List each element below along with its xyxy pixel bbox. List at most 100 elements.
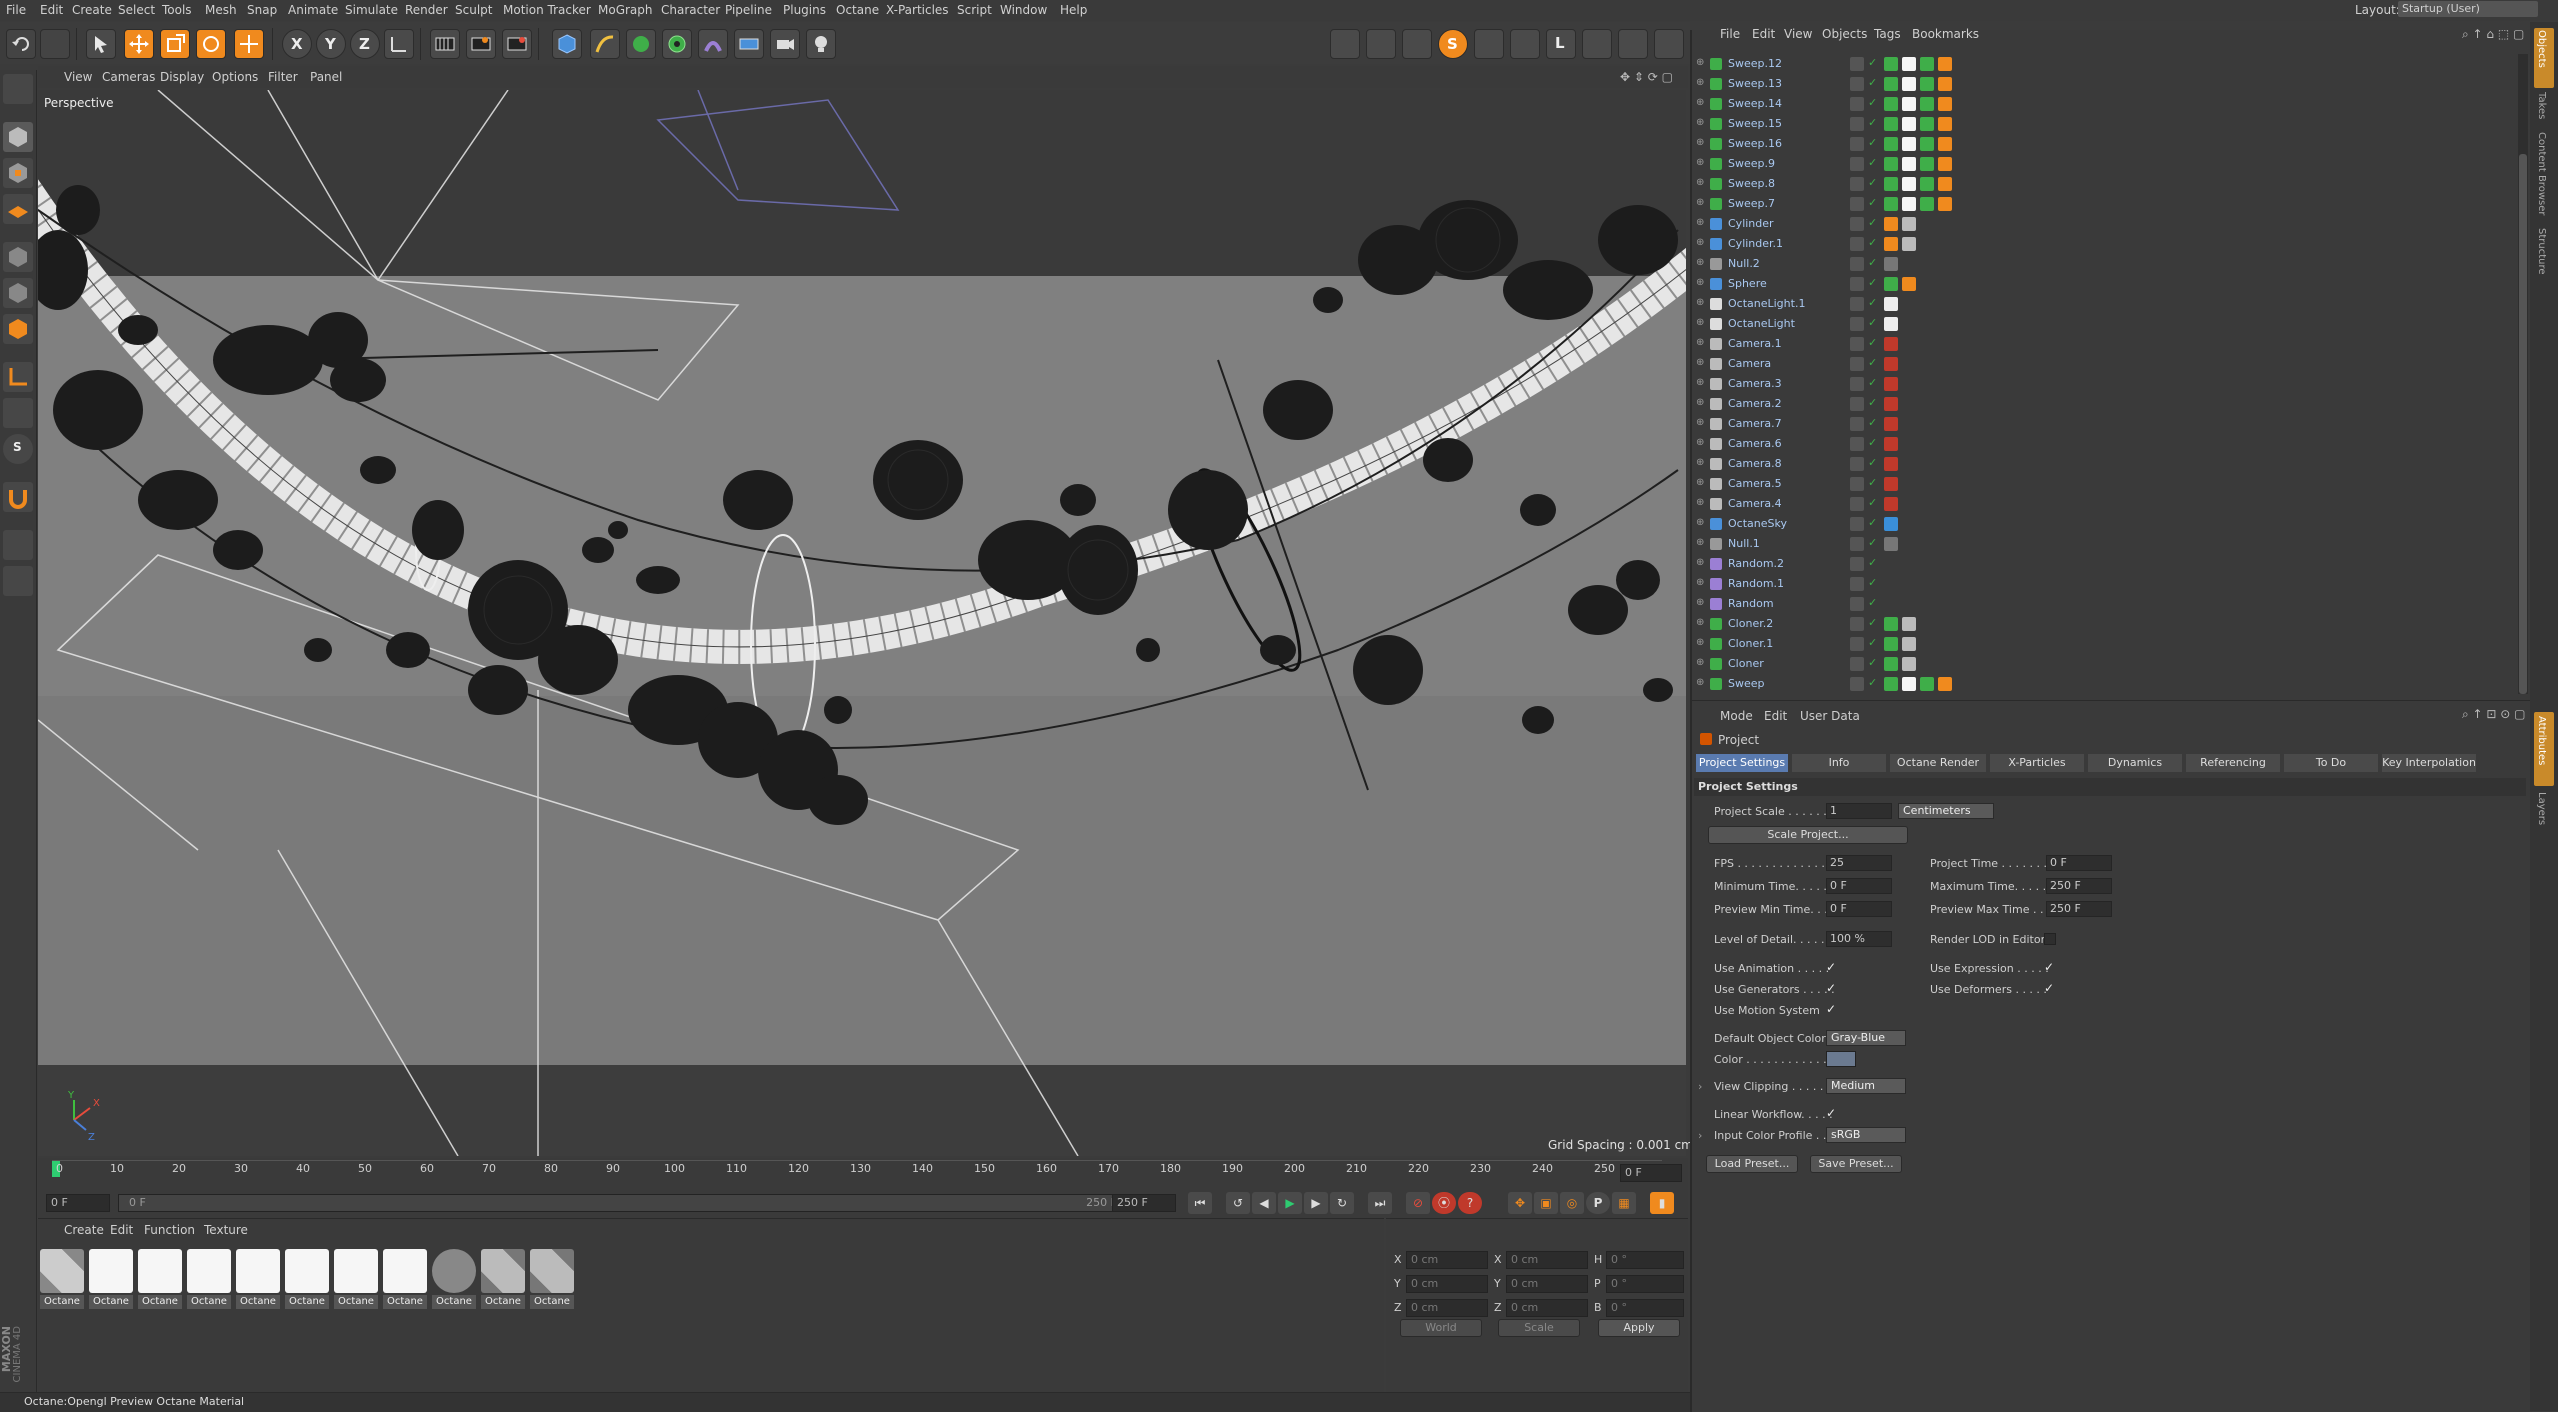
material-menu-edit[interactable]: Edit: [110, 1223, 133, 1237]
object-row-cylinder[interactable]: ⊕ Cylinder ✓: [1692, 214, 2532, 234]
object-tag-icon[interactable]: [1884, 157, 1898, 171]
go-to-end-icon[interactable]: ⏭: [1368, 1192, 1392, 1214]
object-tag-icon[interactable]: [1902, 137, 1916, 151]
viewport-menu-view[interactable]: View: [64, 70, 92, 84]
project-scale-unit-dropdown[interactable]: Centimeters: [1898, 803, 1994, 819]
rot-h-field[interactable]: 0 °: [1606, 1251, 1684, 1269]
rot-p-field[interactable]: 0 °: [1606, 1275, 1684, 1293]
polygons-mode-icon[interactable]: [3, 314, 33, 344]
object-tag-icon[interactable]: [1902, 117, 1916, 131]
object-row-camera-1[interactable]: ⊕ Camera.1 ✓: [1692, 334, 2532, 354]
object-tag-icon[interactable]: [1938, 97, 1952, 111]
enable-checkbox[interactable]: ✓: [1868, 416, 1877, 429]
render-settings-icon[interactable]: [502, 29, 532, 59]
expand-icon[interactable]: ⊕: [1696, 137, 1704, 148]
object-menu-tags[interactable]: Tags: [1874, 27, 1901, 41]
object-row-sweep-15[interactable]: ⊕ Sweep.15 ✓: [1692, 114, 2532, 134]
expand-icon[interactable]: ⊕: [1696, 457, 1704, 468]
enable-checkbox[interactable]: ✓: [1868, 376, 1877, 389]
enable-checkbox[interactable]: ✓: [1868, 176, 1877, 189]
scale-project-button[interactable]: Scale Project...: [1708, 826, 1908, 844]
object-tag-icon[interactable]: [1884, 57, 1898, 71]
material-swatch[interactable]: Octane: [138, 1249, 182, 1309]
tab-content-browser[interactable]: Content Browser: [2536, 132, 2547, 215]
visibility-toggle[interactable]: [1850, 417, 1864, 431]
material-swatch[interactable]: Octane: [236, 1249, 280, 1309]
object-tag-icon[interactable]: [1902, 617, 1916, 631]
size-z-field[interactable]: 0 cm: [1506, 1299, 1588, 1317]
material-swatch[interactable]: Octane: [530, 1249, 574, 1309]
menu-help[interactable]: Help: [1060, 3, 1087, 17]
object-row-camera-2[interactable]: ⊕ Camera.2 ✓: [1692, 394, 2532, 414]
visibility-toggle[interactable]: [1850, 637, 1864, 651]
visibility-toggle[interactable]: [1850, 397, 1864, 411]
object-row-octanelight-1[interactable]: ⊕ OctaneLight.1 ✓: [1692, 294, 2532, 314]
menu-mesh[interactable]: Mesh: [205, 3, 237, 17]
visibility-toggle[interactable]: [1850, 177, 1864, 191]
load-preset-button[interactable]: Load Preset...: [1706, 1155, 1798, 1173]
enable-checkbox[interactable]: ✓: [1868, 596, 1877, 609]
object-tag-icon[interactable]: [1884, 417, 1898, 431]
menu-x-particles[interactable]: X-Particles: [886, 3, 949, 17]
linear-workflow-checkbox[interactable]: ✓: [1826, 1106, 1836, 1120]
tab-octane-render[interactable]: Octane Render: [1890, 754, 1986, 772]
enable-checkbox[interactable]: ✓: [1868, 576, 1877, 589]
pen-spline-icon[interactable]: [590, 29, 620, 59]
enable-checkbox[interactable]: ✓: [1868, 676, 1877, 689]
expand-icon[interactable]: ⊕: [1696, 177, 1704, 188]
expand-icon[interactable]: ⊕: [1696, 377, 1704, 388]
current-frame-field[interactable]: 0 F: [1620, 1164, 1682, 1182]
floor-scene-icon[interactable]: [734, 29, 764, 59]
viewport-menu-cameras[interactable]: Cameras: [102, 70, 155, 84]
material-menu-function[interactable]: Function: [144, 1223, 195, 1237]
object-tag-icon[interactable]: [1902, 157, 1916, 171]
object-row-sweep-9[interactable]: ⊕ Sweep.9 ✓: [1692, 154, 2532, 174]
bend-deformer-icon[interactable]: [698, 29, 728, 59]
tab-info[interactable]: Info: [1792, 754, 1886, 772]
object-name[interactable]: Random.2: [1728, 557, 1784, 570]
object-row-sweep-7[interactable]: ⊕ Sweep.7 ✓: [1692, 194, 2532, 214]
object-menu-objects[interactable]: Objects: [1822, 27, 1867, 41]
grid-icon[interactable]: [1402, 29, 1432, 59]
make-editable-icon[interactable]: [3, 74, 33, 104]
expand-icon[interactable]: ⊕: [1696, 397, 1704, 408]
object-name[interactable]: Sweep.16: [1728, 137, 1782, 150]
visibility-toggle[interactable]: [1850, 557, 1864, 571]
apply-button[interactable]: Apply: [1598, 1319, 1680, 1337]
use-expression-checkbox[interactable]: ✓: [2044, 960, 2054, 974]
object-tag-icon[interactable]: [1938, 137, 1952, 151]
live-viewer-icon[interactable]: [1474, 29, 1504, 59]
axis-mode-icon[interactable]: [3, 362, 33, 392]
object-menu-view[interactable]: View: [1784, 27, 1812, 41]
object-tag-icon[interactable]: [1938, 177, 1952, 191]
visibility-toggle[interactable]: [1850, 77, 1864, 91]
object-name[interactable]: Sweep.15: [1728, 117, 1782, 130]
size-x-field[interactable]: 0 cm: [1506, 1251, 1588, 1269]
enable-checkbox[interactable]: ✓: [1868, 436, 1877, 449]
input-profile-dropdown[interactable]: sRGB: [1826, 1127, 1906, 1143]
use-generators-checkbox[interactable]: ✓: [1826, 981, 1836, 995]
rotate-tool-icon[interactable]: [196, 29, 226, 59]
object-row-cloner[interactable]: ⊕ Cloner ✓: [1692, 654, 2532, 674]
object-name[interactable]: OctaneLight: [1728, 317, 1795, 330]
enable-checkbox[interactable]: ✓: [1868, 296, 1877, 309]
save-preset-button[interactable]: Save Preset...: [1810, 1155, 1902, 1173]
menu-character[interactable]: Character: [661, 3, 720, 17]
model-mode-icon[interactable]: [3, 122, 33, 152]
enable-checkbox[interactable]: ✓: [1868, 276, 1877, 289]
use-deformers-checkbox[interactable]: ✓: [2044, 981, 2054, 995]
visibility-toggle[interactable]: [1850, 657, 1864, 671]
key-position-icon[interactable]: ✥: [1508, 1192, 1532, 1214]
use-motion-checkbox[interactable]: ✓: [1826, 1002, 1836, 1016]
object-tag-icon[interactable]: [1902, 237, 1916, 251]
object-name[interactable]: Sphere: [1728, 277, 1767, 290]
object-row-cloner-2[interactable]: ⊕ Cloner.2 ✓: [1692, 614, 2532, 634]
object-name[interactable]: Random.1: [1728, 577, 1784, 590]
expand-icon[interactable]: ⊕: [1696, 657, 1704, 668]
enable-checkbox[interactable]: ✓: [1868, 256, 1877, 269]
object-tag-icon[interactable]: [1938, 677, 1952, 691]
object-name[interactable]: Camera.4: [1728, 497, 1782, 510]
object-name[interactable]: Camera.2: [1728, 397, 1782, 410]
redo-button[interactable]: [40, 29, 70, 59]
object-tag-icon[interactable]: [1902, 77, 1916, 91]
